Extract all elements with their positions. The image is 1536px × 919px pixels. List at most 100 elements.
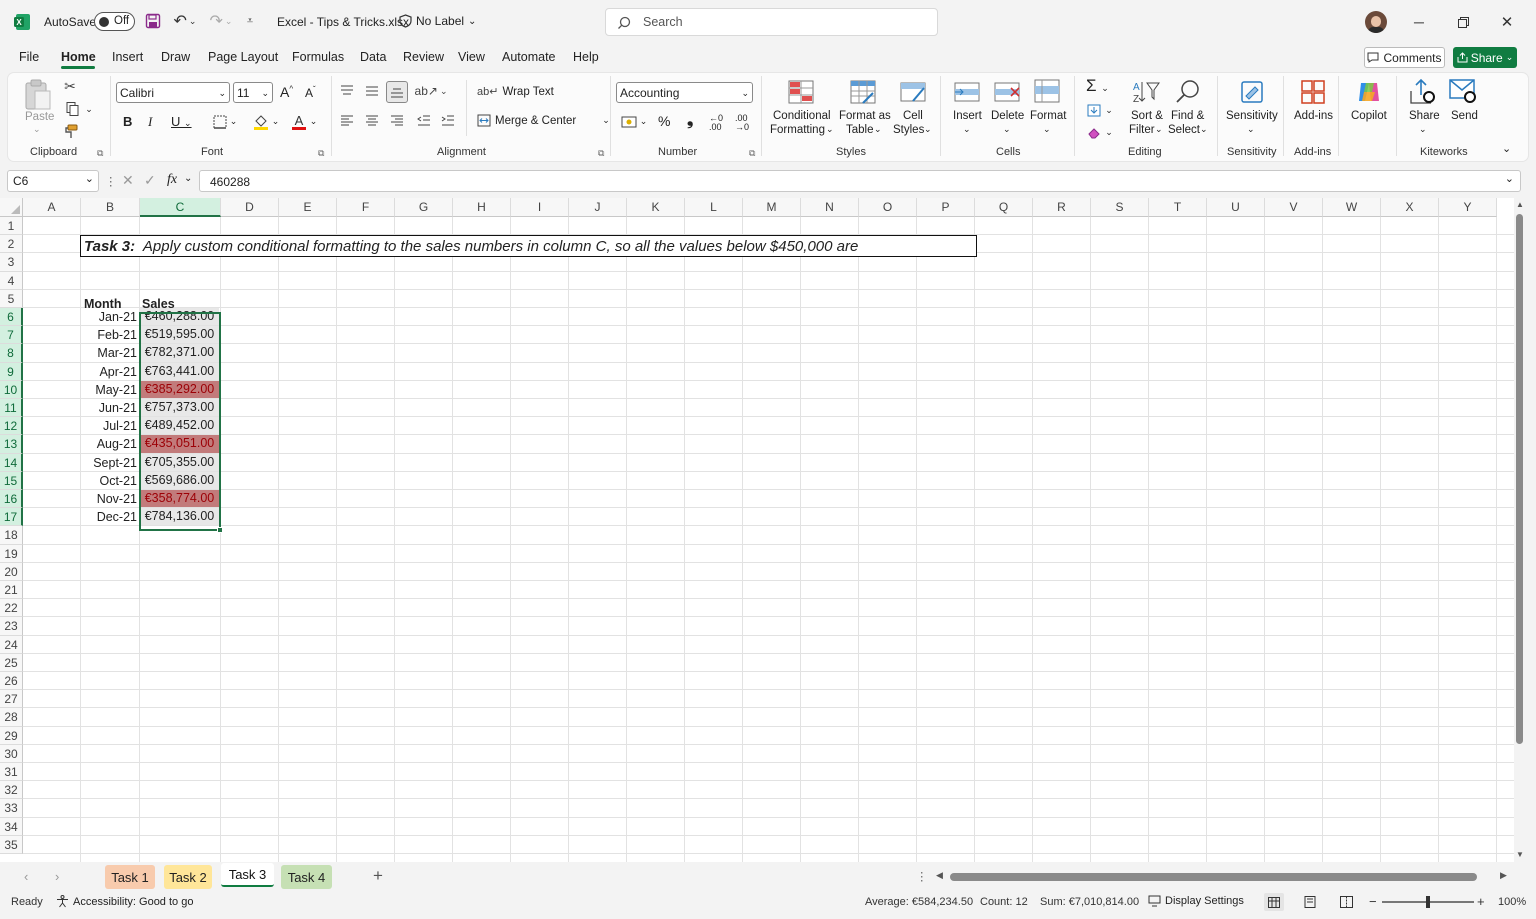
align-middle-icon[interactable] [364,83,380,99]
sensitivity-label[interactable]: No Label ⌄ [399,14,476,28]
zoom-level[interactable]: 100% [1498,896,1526,908]
sales-cell[interactable]: €489,452.00 [140,417,219,435]
sales-cell[interactable]: €519,595.00 [140,326,219,344]
format-cells-label[interactable]: Format [1030,110,1066,122]
row-header[interactable]: 5 [0,289,23,308]
tab-home[interactable]: Home [61,50,96,64]
cut-icon[interactable]: ✂ [62,78,78,94]
row-header[interactable]: 19 [0,544,23,563]
column-header[interactable]: A [23,198,81,217]
month-cell[interactable]: Jul-21 [82,419,137,433]
row-header[interactable]: 29 [0,726,23,745]
kiteworks-send-label[interactable]: Send [1451,110,1478,122]
row-header[interactable]: 8 [0,344,23,363]
clipboard-launcher-icon[interactable]: ⧉ [97,148,103,159]
copilot-label[interactable]: Copilot [1351,110,1387,122]
page-layout-view-icon[interactable] [1302,893,1318,911]
month-cell[interactable]: Nov-21 [82,492,137,506]
month-cell[interactable]: Oct-21 [82,474,137,488]
sales-cell[interactable]: €460,288.00 [140,308,219,326]
find-select-icon[interactable] [1174,78,1202,106]
number-format-select[interactable]: Accounting ⌄ [616,82,753,103]
month-header[interactable]: Month [84,297,121,311]
orientation-icon[interactable]: ab↗ ⌄ [415,82,448,100]
row-header[interactable]: 12 [0,417,23,436]
column-header[interactable]: B [81,198,140,217]
tab-automate[interactable]: Automate [502,50,556,64]
comments-button[interactable]: Comments [1364,47,1445,68]
clear-icon[interactable]: ⌄ [1085,124,1115,140]
month-cell[interactable]: Aug-21 [82,437,137,451]
tab-review[interactable]: Review [403,50,444,64]
conditional-formatting-label-2[interactable]: Formatting [770,124,825,136]
column-header[interactable]: O [859,198,917,217]
zoom-out-icon[interactable]: − [1369,894,1377,909]
month-cell[interactable]: Dec-21 [82,510,137,524]
tab-draw[interactable]: Draw [161,50,190,64]
column-header[interactable]: J [569,198,627,217]
kiteworks-share-icon[interactable] [1406,76,1438,106]
column-header[interactable]: X [1381,198,1439,217]
fill-icon[interactable]: ⌄ [1085,102,1115,118]
paste-icon[interactable] [22,78,54,112]
font-color-icon[interactable]: A ⌄ [288,112,320,130]
column-header[interactable]: D [221,198,279,217]
row-header[interactable]: 23 [0,617,23,636]
increase-decimal-icon[interactable]: ←0.00 [709,114,723,132]
sales-cell[interactable]: €763,441.00 [140,362,219,380]
spreadsheet-grid[interactable]: ABCDEFGHIJKLMNOPQRSTUVWXY 1 2 3 4 5 6 7 8 9 10 11 1… [0,198,1514,862]
file-name[interactable]: Excel - Tips & Tricks.xlsx [277,15,409,29]
row-header[interactable]: 10 [0,380,23,399]
add-ins-icon[interactable] [1298,78,1328,106]
conditional-formatting-icon[interactable] [786,78,816,106]
column-header[interactable]: M [743,198,801,217]
font-size-select[interactable]: 11 ⌄ [233,82,273,103]
column-header[interactable]: Q [975,198,1033,217]
zoom-in-icon[interactable]: + [1477,894,1485,909]
row-header[interactable]: 24 [0,635,23,654]
month-cell[interactable]: May-21 [82,383,137,397]
row-header[interactable]: 33 [0,799,23,818]
column-header[interactable]: W [1323,198,1381,217]
copy-icon[interactable]: ⌄ [62,101,96,117]
column-header[interactable]: S [1091,198,1149,217]
zoom-thumb[interactable] [1426,896,1430,908]
tab-data[interactable]: Data [360,50,386,64]
find-select-label-1[interactable]: Find & [1171,110,1204,122]
sales-cell[interactable]: €784,136.00 [140,508,219,526]
copilot-icon[interactable] [1353,78,1385,106]
column-header[interactable]: R [1033,198,1091,217]
row-header[interactable]: 11 [0,399,23,418]
redo-icon[interactable]: ↷ ⌄ [206,12,236,30]
column-header[interactable]: G [395,198,453,217]
format-as-table-label-2[interactable]: Table [846,124,874,136]
sort-filter-icon[interactable]: AZ [1130,78,1162,106]
share-button[interactable]: Share ⌄ [1453,47,1517,68]
row-header[interactable]: 27 [0,690,23,709]
merge-center-button[interactable]: Merge & Center ⌄ [477,114,610,127]
font-name-select[interactable]: Calibri ⌄ [116,82,230,103]
user-avatar[interactable] [1365,11,1387,33]
sales-cell[interactable]: €757,373.00 [140,399,219,417]
month-cell[interactable]: Jan-21 [82,310,137,324]
horizontal-scrollbar[interactable]: ◀ ▶ [935,870,1513,884]
sales-cell[interactable]: €782,371.00 [140,344,219,362]
row-header[interactable]: 17 [0,508,23,527]
expand-formula-icon[interactable]: ⌄ [1505,172,1514,185]
sort-filter-label-1[interactable]: Sort & [1131,110,1163,122]
column-header[interactable]: F [337,198,395,217]
status-average[interactable]: Average: €584,234.50 [865,896,973,908]
select-all-corner[interactable] [0,198,23,217]
autosum-icon[interactable]: Σ ⌄ [1086,76,1109,96]
alignment-launcher-icon[interactable]: ⧉ [598,148,604,159]
vertical-scroll-thumb[interactable] [1516,214,1523,744]
insert-cells-label[interactable]: Insert [953,110,982,122]
sheet-tab[interactable]: Task 1 [105,865,155,889]
row-header[interactable]: 35 [0,835,23,854]
decrease-decimal-icon[interactable]: .00 →0 [735,114,749,132]
insert-cells-icon[interactable] [952,78,982,106]
scroll-left-icon[interactable]: ◀ [936,870,943,881]
fill-color-icon[interactable]: ⌄ [250,113,282,130]
task-text[interactable]: Task 3: Apply custom conditional formatt… [84,238,858,255]
insert-function-icon[interactable]: fx [167,172,177,188]
